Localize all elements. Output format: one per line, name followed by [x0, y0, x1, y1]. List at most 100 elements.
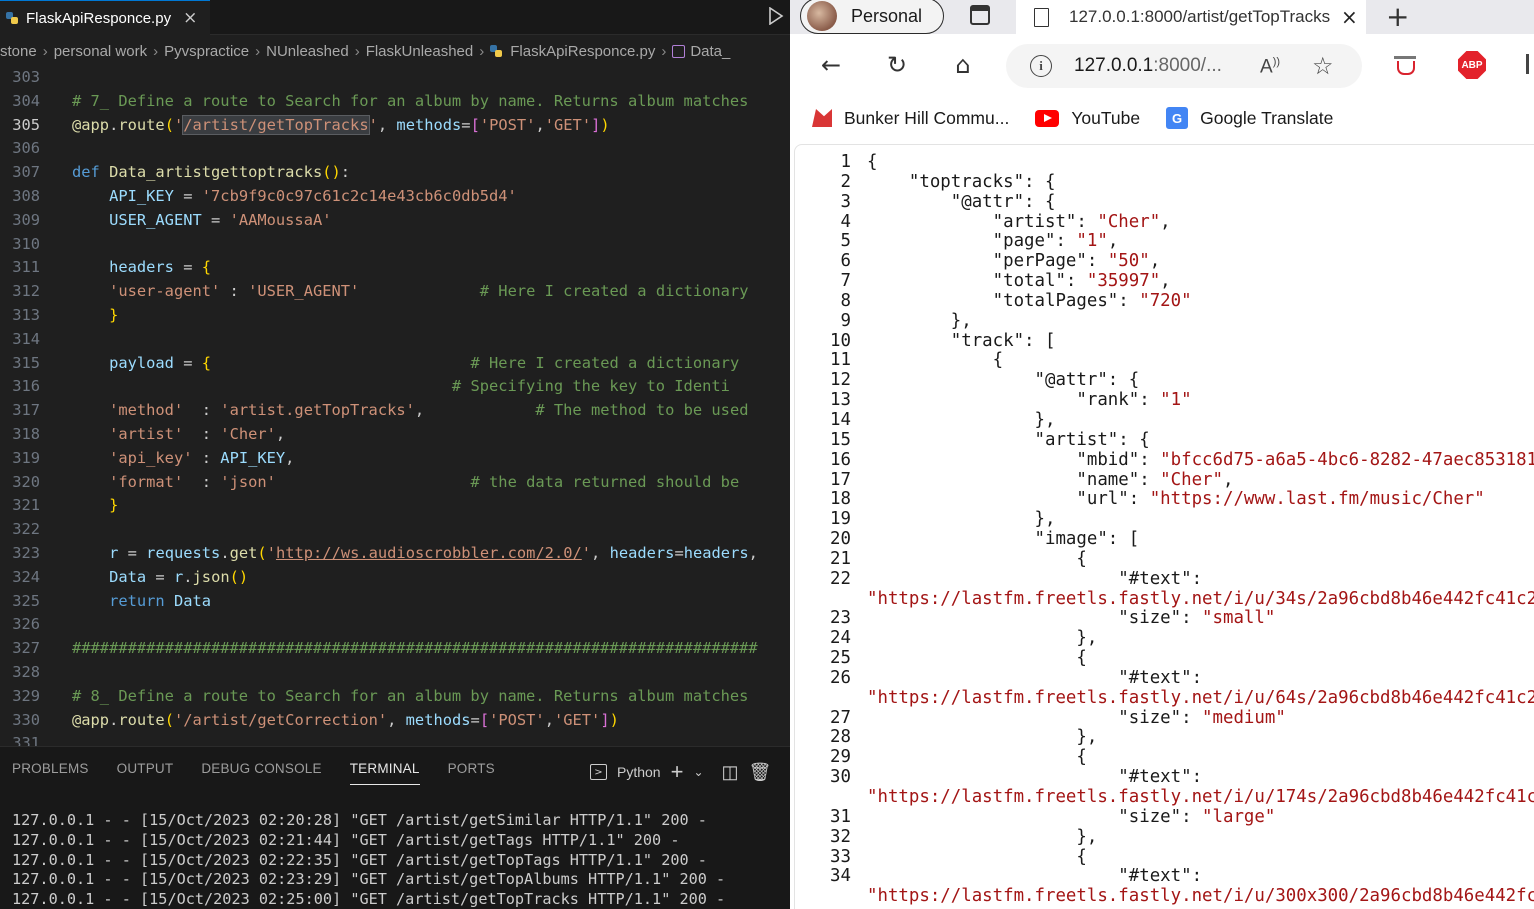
code-line[interactable]: 309 USER_AGENT = 'AAMoussaA' [0, 209, 790, 233]
url-text[interactable]: 127.0.0.1:8000/... [1074, 55, 1234, 77]
read-aloud-icon[interactable]: A)) [1260, 56, 1280, 78]
breadcrumb-item[interactable]: stone [0, 43, 37, 60]
browser-tab-strip: Personal 127.0.0.1:8000/artist/getTopTra… [790, 0, 1534, 34]
json-line-number: 30 [830, 767, 851, 788]
code-line[interactable]: 316 # Specifying the key to Identi [0, 375, 790, 399]
code-line[interactable]: 324 Data = r.json() [0, 566, 790, 590]
bookmark-bunker-hill[interactable]: Bunker Hill Commu... [812, 108, 1009, 129]
code-text: def Data_artistgettoptracks(): [72, 163, 351, 182]
new-tab-button[interactable]: + [1386, 0, 1409, 33]
refresh-icon[interactable]: ↻ [880, 48, 914, 82]
code-line[interactable]: 305 @app.route('/artist/getTopTracks', me… [0, 114, 790, 138]
browser-tab[interactable]: 127.0.0.1:8000/artist/getTopTracks × [1016, 0, 1366, 34]
close-tab-icon[interactable]: × [183, 8, 197, 28]
breadcrumb-item[interactable]: FlaskApiResponce.py [510, 43, 655, 60]
code-line[interactable]: 328 [0, 661, 790, 685]
bookmark-label: Bunker Hill Commu... [844, 107, 1010, 128]
url-host: 127.0.0.1 [1074, 55, 1154, 76]
line-number: 305 [12, 115, 40, 134]
code-line[interactable]: 320 'format' : 'json' # the data returne… [0, 471, 790, 495]
line-number: 318 [12, 425, 40, 443]
tab-debug-console[interactable]: DEBUG CONSOLE [201, 761, 321, 785]
code-line[interactable]: 304 # 7_ Define a route to Search for an … [0, 90, 790, 114]
pocket-extension-icon[interactable] [1394, 56, 1416, 76]
code-line[interactable]: 322 [0, 518, 790, 542]
tab-ports[interactable]: PORTS [448, 761, 495, 785]
home-icon[interactable]: ⌂ [946, 48, 980, 82]
close-tab-icon[interactable]: × [1341, 5, 1358, 29]
code-line[interactable]: 312 'user-agent' : 'USER_AGENT' # Here I… [0, 280, 790, 304]
favorite-star-icon[interactable]: ☆ [1312, 52, 1334, 80]
extensions-overflow-icon[interactable] [1526, 54, 1534, 74]
code-text: payload = { # Here I created a dictionar… [109, 353, 749, 372]
json-line-number: 10 [830, 330, 851, 351]
chevron-down-icon[interactable]: ⌄ [693, 765, 703, 779]
code-line[interactable]: 329 # 8_ Define a route to Search for an … [0, 685, 790, 709]
terminal-line: 127.0.0.1 - - [15/Oct/2023 02:20:28] "GE… [12, 811, 707, 829]
code-line[interactable]: 325 return Data [0, 590, 790, 614]
code-line[interactable]: 310 [0, 233, 790, 257]
breadcrumb-item[interactable]: FlaskUnleashed [366, 43, 474, 60]
code-line[interactable]: 330 @app.route('/artist/getCorrection', m… [0, 709, 790, 733]
json-text: "page": "1", [867, 231, 1119, 252]
code-line[interactable]: 327 #####################################… [0, 637, 790, 661]
back-arrow-icon[interactable]: ← [814, 48, 848, 82]
code-line[interactable]: 323 r = requests.get('http://ws.audioscr… [0, 542, 790, 566]
terminal-output[interactable]: 127.0.0.1 - - [15/Oct/2023 02:20:28] "GE… [12, 811, 725, 909]
json-text: "rank": "1" [867, 390, 1192, 411]
bookmark-youtube[interactable]: YouTube [1035, 108, 1140, 129]
json-line-number: 9 [840, 310, 851, 331]
json-text: "perPage": "50", [867, 251, 1161, 272]
json-line-number: 32 [830, 826, 851, 847]
adblock-plus-icon[interactable]: ABP [1458, 51, 1486, 79]
json-line-number: 2 [840, 171, 851, 192]
json-line-number: 4 [840, 211, 851, 232]
editor-tab[interactable]: FlaskApiResponce.py × [0, 0, 210, 35]
code-text: @app.route('/artist/getCorrection', meth… [72, 710, 619, 729]
breadcrumb-item[interactable]: NUnleashed [266, 43, 349, 60]
json-text: }, [867, 409, 1056, 430]
code-line[interactable]: 303 [0, 66, 790, 90]
tab-output[interactable]: OUTPUT [117, 761, 174, 785]
split-terminal-icon[interactable]: ◫ [722, 762, 739, 783]
code-line[interactable]: 307 def Data_artistgettoptracks(): [0, 161, 790, 185]
code-text: 'api_key' : API_KEY, [109, 448, 295, 467]
json-line-number: 20 [830, 529, 851, 550]
code-line[interactable]: 318 'artist' : 'Cher', [0, 423, 790, 447]
json-line-number: 31 [830, 806, 851, 827]
new-terminal-button[interactable]: + [671, 759, 684, 785]
profile-button[interactable]: Personal [800, 0, 944, 34]
code-line[interactable]: 317 'method' : 'artist.getTopTracks', # … [0, 399, 790, 423]
line-number: 304 [12, 91, 40, 110]
json-text: "#text": [867, 767, 1203, 788]
run-icon[interactable] [768, 7, 784, 25]
json-line-number: 1 [840, 152, 851, 172]
code-line[interactable]: 311 headers = { [0, 256, 790, 280]
json-text: "total": "35997", [867, 271, 1171, 292]
code-line[interactable]: 326 [0, 613, 790, 637]
code-line[interactable]: 314 [0, 328, 790, 352]
code-line[interactable]: 331 [0, 732, 790, 746]
code-line[interactable]: 313 } [0, 304, 790, 328]
json-text: "https://lastfm.freetls.fastly.net/i/u/6… [867, 687, 1534, 708]
terminal-shell-label[interactable]: Python [617, 764, 661, 780]
breadcrumb-item[interactable]: personal work [54, 43, 147, 60]
terminal-toolbar: > Python + ⌄ ◫ 🗑 [590, 759, 771, 785]
json-line-number: 18 [830, 489, 851, 510]
code-editor[interactable]: 303 304 # 7_ Define a route to Search for … [0, 66, 790, 746]
address-bar[interactable]: i 127.0.0.1:8000/... A)) ☆ [1006, 44, 1362, 88]
code-line[interactable]: 319 'api_key' : API_KEY, [0, 447, 790, 471]
tab-actions-icon[interactable] [970, 5, 990, 25]
bookmark-google-translate[interactable]: G Google Translate [1166, 107, 1333, 129]
site-info-icon[interactable]: i [1030, 55, 1052, 77]
code-line[interactable]: 315 payload = { # Here I created a dicti… [0, 352, 790, 376]
code-line[interactable]: 321 } [0, 494, 790, 518]
breadcrumb-item[interactable]: Pyvspractice [164, 43, 249, 60]
line-number: 308 [12, 187, 40, 205]
tab-problems[interactable]: PROBLEMS [12, 761, 89, 785]
trash-icon[interactable]: 🗑 [749, 762, 772, 783]
code-line[interactable]: 306 [0, 137, 790, 161]
code-line[interactable]: 308 API_KEY = '7cb9f9c0c97c61c2c14e43cb6… [0, 185, 790, 209]
tab-terminal[interactable]: TERMINAL [349, 761, 420, 785]
breadcrumb-item[interactable]: Data_ [690, 43, 730, 60]
